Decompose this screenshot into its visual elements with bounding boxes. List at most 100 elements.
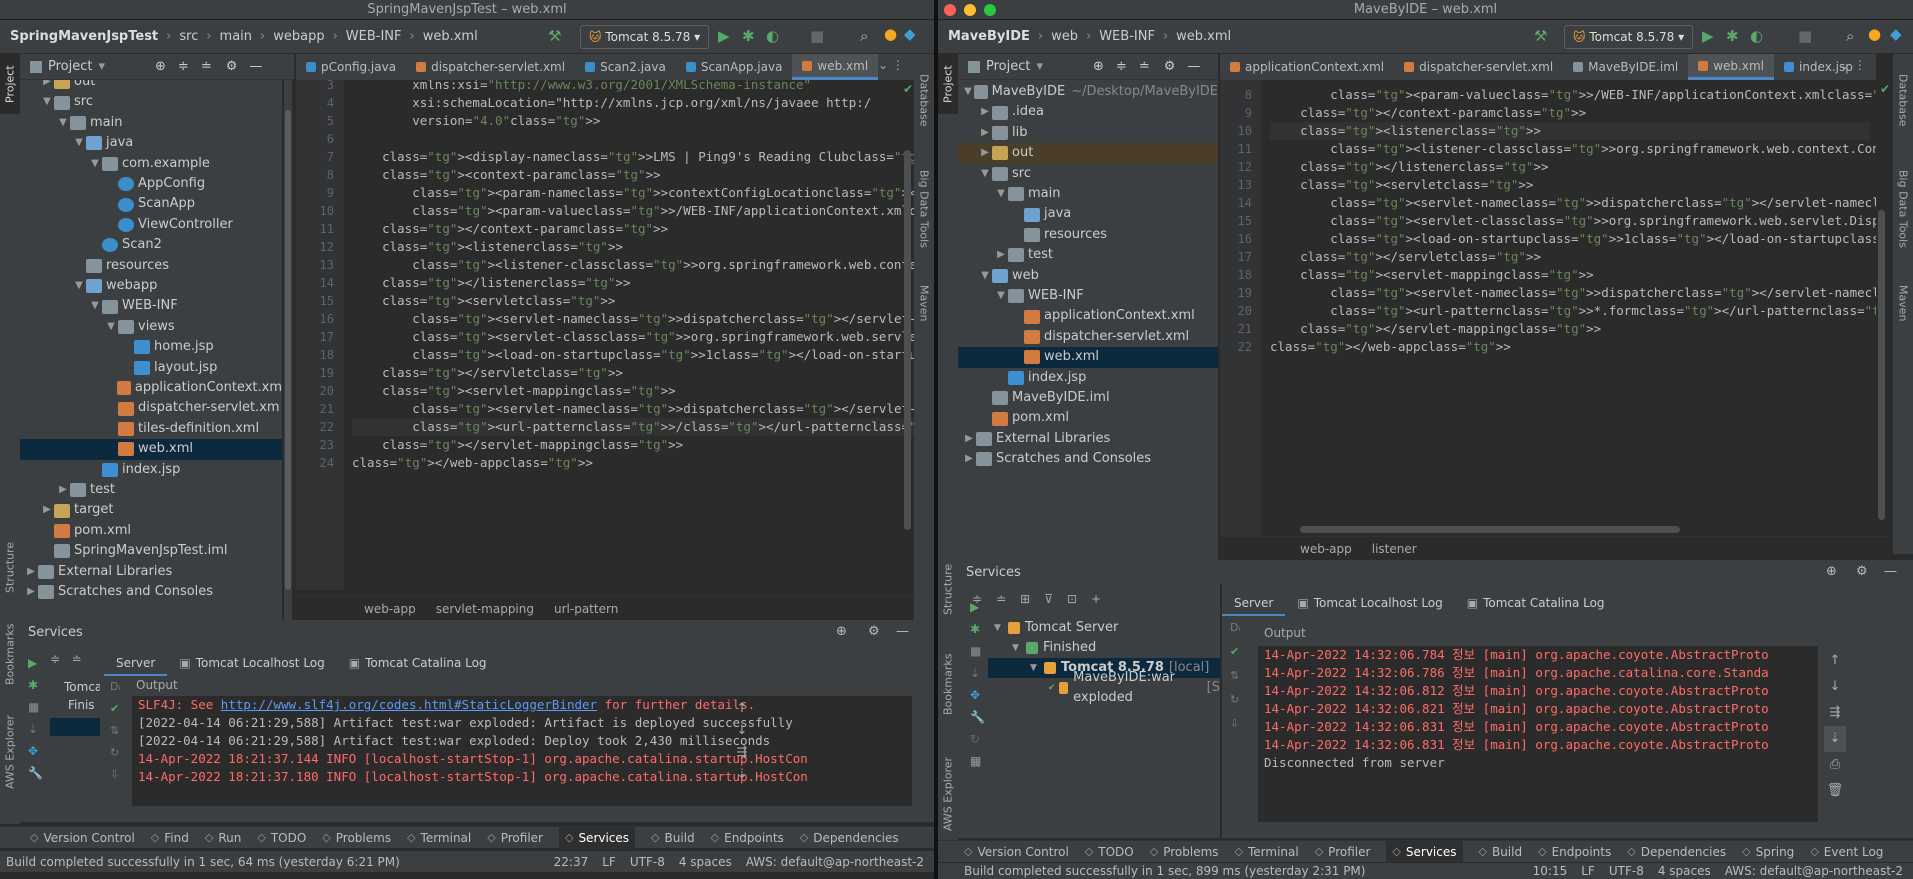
tool-button[interactable]: ◇ TODO <box>257 831 306 845</box>
output-link[interactable]: http://www.slf4j.org/codes.html#StaticLo… <box>221 697 597 712</box>
service-node[interactable]: Tomcat <box>50 678 100 696</box>
big-data-tools-side-tab[interactable]: Big Data Tools <box>914 154 934 264</box>
big-data-tools-side-tab[interactable]: Big Data Tools <box>1893 154 1913 264</box>
debug-icon[interactable]: ✱ <box>742 28 755 44</box>
status-widget[interactable]: 22:37 <box>554 855 589 869</box>
status-widget[interactable]: UTF-8 <box>630 855 665 869</box>
tool-button[interactable]: ◇ Profiler <box>487 831 543 845</box>
expand-icon[interactable]: ≑ <box>50 652 60 666</box>
editor-breadcrumb-item[interactable]: servlet-mapping <box>436 602 534 616</box>
tool-button[interactable]: ◇ Endpoints <box>1538 845 1611 859</box>
tree-node[interactable]: index.jsp <box>958 368 1218 388</box>
chevron-down-icon[interactable]: ▼ <box>994 184 1008 204</box>
tree-node[interactable]: AppConfig <box>20 174 282 194</box>
tree-node[interactable]: ▼ main <box>20 113 282 133</box>
chevron-right-icon[interactable]: ▶ <box>56 480 70 500</box>
tree-node[interactable]: dispatcher-servlet.xm <box>20 398 282 418</box>
minimize-window-icon[interactable] <box>964 4 976 16</box>
editor-tab[interactable]: Scan2.java <box>575 54 676 80</box>
tree-node[interactable]: applicationContext.xm <box>20 378 282 398</box>
coverage-icon[interactable]: ◐ <box>766 28 779 44</box>
tree-node[interactable]: web.xml <box>958 347 1218 368</box>
status-widget[interactable]: UTF-8 <box>1609 864 1644 878</box>
tree-node[interactable]: ▼ WEB-INF <box>958 286 1218 306</box>
chevron-down-icon[interactable]: ▼ <box>40 92 54 112</box>
tree-node[interactable]: pom.xml <box>20 521 282 541</box>
service-tab[interactable]: ▣ Tomcat Localhost Log <box>167 652 336 676</box>
project-side-tab[interactable]: Project <box>938 54 958 114</box>
breadcrumb-item[interactable]: WEB-INF <box>346 29 402 44</box>
layout-icon[interactable]: ▦ <box>970 750 984 772</box>
chevron-right-icon[interactable]: ▶ <box>978 123 992 143</box>
chevron-right-icon[interactable]: ▶ <box>994 245 1008 265</box>
tool-button[interactable]: ◇ Problems <box>1150 845 1219 859</box>
service-tab[interactable]: Server <box>1222 592 1286 616</box>
aws-explorer-side-tab[interactable]: AWS Explorer <box>938 744 958 844</box>
service-node[interactable]: ▼ Tomcat Server <box>988 618 1220 638</box>
chevron-right-icon[interactable]: ▶ <box>962 449 976 469</box>
status-widget[interactable]: 4 spaces <box>1658 864 1711 878</box>
tree-scrollbar[interactable] <box>284 80 292 620</box>
chevron-down-icon[interactable]: ▼ <box>88 296 102 316</box>
new-tab-icon[interactable]: ⊡ <box>1067 592 1077 616</box>
tree-node[interactable]: ▼ java <box>20 133 282 153</box>
tool-button[interactable]: ◇ Spring <box>1742 845 1794 859</box>
tree-node[interactable]: index.jsp <box>20 460 282 480</box>
editor-h-scrollbar[interactable] <box>1300 526 1680 533</box>
aws-icon[interactable]: ✥ <box>28 740 42 762</box>
tree-node[interactable]: ▶ out <box>958 143 1218 164</box>
gear-icon[interactable]: ⚙ <box>226 59 238 74</box>
chevron-down-icon[interactable]: ▼ <box>104 317 118 337</box>
tree-node[interactable]: ▼ src <box>20 92 282 112</box>
collapse-all-icon[interactable]: ≑ <box>178 59 189 74</box>
stop-icon[interactable]: ■ <box>1798 28 1812 44</box>
scroll-end-icon[interactable]: ⇣ <box>732 764 752 786</box>
tab-overflow-icon[interactable]: ⌄ ⋮ <box>878 58 904 72</box>
tree-node[interactable]: tiles-definition.xml <box>20 419 282 439</box>
tree-node[interactable]: resources <box>20 256 282 276</box>
editor-tab[interactable]: dispatcher-servlet.xml <box>406 54 575 80</box>
hammer-icon[interactable]: ⚒ <box>1534 28 1547 44</box>
editor-scrollbar[interactable] <box>904 150 911 530</box>
chevron-right-icon[interactable]: ▶ <box>978 102 992 122</box>
deploy-icon[interactable]: ⇣ <box>28 718 42 740</box>
editor-tab[interactable]: web.xml <box>792 54 879 80</box>
locate-icon[interactable]: ⊕ <box>1093 59 1104 74</box>
deploy-icon[interactable]: ⇩ <box>1230 712 1258 736</box>
ide-logo-icon[interactable]: ◆ <box>904 26 916 42</box>
ide-logo-icon[interactable]: ◆ <box>1890 26 1902 42</box>
breadcrumb-item[interactable]: src <box>179 29 198 44</box>
scroll-up-icon[interactable]: ↑ <box>732 698 752 720</box>
trash-icon[interactable]: 🗑 <box>1824 778 1846 804</box>
tool-button[interactable]: ◇ Run <box>205 831 241 845</box>
run-config-select[interactable]: 🐱 Tomcat 8.5.78 ▾ <box>1564 25 1694 49</box>
breadcrumb-item[interactable]: web.xml <box>423 29 478 44</box>
maven-side-tab[interactable]: Maven <box>1893 268 1913 338</box>
database-side-tab[interactable]: Database <box>1893 60 1913 140</box>
editor-tab[interactable]: dispatcher-servlet.xml <box>1394 54 1563 80</box>
tree-node[interactable]: ▶ target <box>20 500 282 520</box>
chevron-down-icon[interactable]: ▼ <box>1030 658 1044 678</box>
wrench-icon[interactable]: 🔧 <box>970 706 985 728</box>
gear-icon[interactable]: ⚙ <box>1164 59 1176 74</box>
breadcrumb-item[interactable]: main <box>220 29 252 44</box>
tool-button[interactable]: ◇ Terminal <box>407 831 471 845</box>
code-editor[interactable]: 3 4 5 6 7 8 9 10 11 12 13 14 15 16 17 18 19 20 21 22 23 24 xm… <box>296 80 914 590</box>
collapse-all-icon[interactable]: ≑ <box>1116 59 1127 74</box>
run-config-select[interactable]: 🐱 Tomcat 8.5.78 ▾ <box>580 25 710 49</box>
breadcrumb-item[interactable]: SpringMavenJspTest <box>10 29 158 44</box>
tool-button[interactable]: ◇ Services <box>1386 840 1463 863</box>
database-side-tab[interactable]: Database <box>914 60 934 140</box>
service-tab[interactable]: ▣ Tomcat Catalina Log <box>337 652 499 676</box>
add-service-icon[interactable]: ⊕ <box>836 624 847 639</box>
chevron-down-icon[interactable]: ▼ <box>72 133 86 153</box>
tool-button[interactable]: ◇ Services <box>558 826 636 849</box>
tool-button[interactable]: ◇ Version Control <box>964 845 1069 859</box>
editor-tab[interactable]: pConfig.java <box>296 54 406 80</box>
status-widget[interactable]: LF <box>602 855 616 869</box>
tree-node[interactable]: ▶ External Libraries <box>20 562 282 582</box>
tree-node[interactable]: ▼ views <box>20 317 282 337</box>
hammer-icon[interactable]: ⚒ <box>548 28 561 44</box>
tab-overflow-icon[interactable]: ⌄ ⋮ <box>1840 58 1866 72</box>
restart-icon[interactable]: Dᵢ <box>110 676 130 698</box>
